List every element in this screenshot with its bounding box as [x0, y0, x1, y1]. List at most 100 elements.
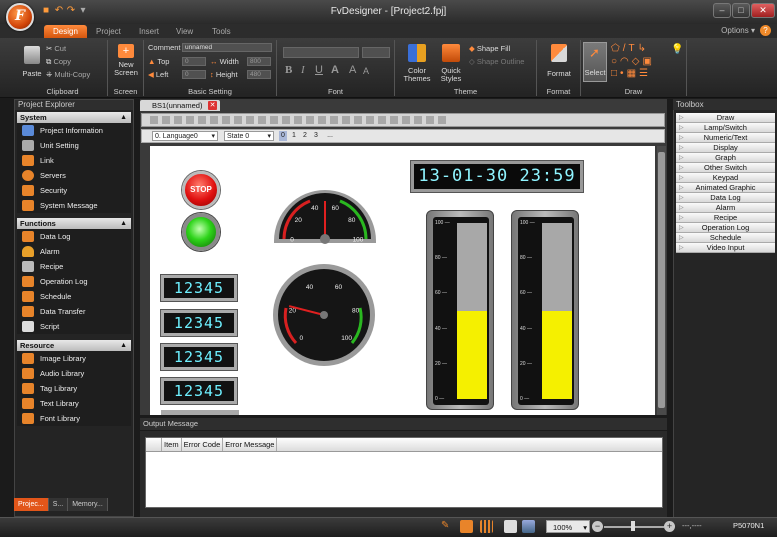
paste-button[interactable]: Paste — [20, 42, 44, 82]
zoom-select[interactable]: 100% ▾ — [546, 520, 590, 533]
list-item-tag-library[interactable]: Tag Library — [17, 381, 131, 396]
list-item-image-library[interactable]: Image Library — [17, 351, 131, 366]
state-more[interactable]: ... — [324, 131, 336, 141]
zoom-slider-thumb[interactable] — [631, 521, 635, 531]
semicircle-gauge-widget[interactable]: 0 20 40 60 80 100 — [270, 181, 380, 245]
pipe-icon[interactable]: ↳ — [638, 43, 649, 54]
numeric-display-widget[interactable]: 12345 — [161, 378, 237, 404]
list-item-data-transfer[interactable]: Data Transfer — [17, 304, 131, 319]
close-tab-icon[interactable]: ✕ — [208, 101, 217, 110]
options-menu[interactable]: Options ▾ — [721, 26, 755, 35]
gear-icon[interactable] — [460, 520, 473, 533]
toolbox-item[interactable]: ▷ Video Input — [676, 243, 775, 253]
toolbox-item[interactable]: ▷ Animated Graphic — [676, 183, 775, 193]
tab-project-explorer[interactable]: Projec... — [14, 498, 49, 511]
section-system-header[interactable]: System ▲ — [17, 112, 131, 123]
maximize-button[interactable]: □ — [732, 3, 750, 18]
font-color-button[interactable]: A — [331, 64, 339, 76]
italic-button[interactable]: I — [301, 64, 305, 76]
column-header-error-code[interactable]: Error Code — [182, 438, 224, 451]
polygon-icon[interactable]: ◇ — [632, 56, 643, 67]
width-input[interactable]: 800 — [247, 57, 271, 66]
scale-icon[interactable]: ☰ — [639, 68, 651, 79]
zoom-in-button[interactable]: + — [664, 521, 675, 532]
new-screen-button[interactable]: + New Screen — [112, 42, 140, 84]
tab-s[interactable]: S... — [48, 498, 69, 511]
state-number-0[interactable]: 0 — [279, 131, 287, 141]
state-number-1[interactable]: 1 — [290, 131, 298, 141]
minimize-button[interactable]: – — [713, 3, 731, 18]
state-number-3[interactable]: 3 — [312, 131, 320, 141]
toolbox-item[interactable]: ▷ Display — [676, 143, 775, 153]
image-icon[interactable]: ▣ — [642, 56, 654, 67]
underline-button[interactable]: U — [315, 64, 323, 76]
grow-font-button[interactable]: A — [349, 64, 356, 76]
list-item-recipe[interactable]: Recipe — [17, 259, 131, 274]
toolbox-item[interactable]: ▷ Graph — [676, 153, 775, 163]
lamp-tool-icon[interactable]: 💡 — [671, 44, 683, 74]
scrollbar-thumb[interactable] — [658, 152, 665, 408]
quick-styles-button[interactable]: Quick Styles — [435, 42, 467, 84]
table-icon[interactable]: ▦ — [627, 68, 639, 79]
toolbox-item[interactable]: ▷ Lamp/Switch — [676, 123, 775, 133]
datetime-display-widget[interactable]: 13-01-30 23:59 — [411, 161, 583, 192]
green-lamp-widget[interactable] — [182, 213, 220, 251]
list-item-system-message[interactable]: System Message — [17, 198, 131, 213]
alignment-tool-icons[interactable] — [150, 116, 450, 124]
section-resource-header[interactable]: Resource ▲ — [17, 340, 131, 351]
list-item-security[interactable]: Security — [17, 183, 131, 198]
tab-insert[interactable]: Insert — [135, 25, 163, 38]
tab-memory[interactable]: Memory... — [68, 498, 108, 511]
list-item-script[interactable]: Script — [17, 319, 131, 334]
column-header-error-message[interactable]: Error Message — [223, 438, 278, 451]
height-input[interactable]: 480 — [247, 70, 271, 79]
list-item-schedule[interactable]: Schedule — [17, 289, 131, 304]
list-item-font-library[interactable]: Font Library — [17, 411, 131, 426]
list-item-audio-library[interactable]: Audio Library — [17, 366, 131, 381]
stop-button-widget[interactable]: STOP — [182, 171, 220, 209]
state-select[interactable]: State 0 ▾ — [224, 131, 274, 141]
toolbox-item[interactable]: ▷ Data Log — [676, 193, 775, 203]
list-item-link[interactable]: Link — [17, 153, 131, 168]
numeric-display-widget-partial[interactable] — [161, 410, 239, 415]
snap-icon[interactable] — [504, 520, 517, 533]
grid-icon[interactable] — [480, 520, 493, 533]
font-family-select[interactable] — [283, 47, 359, 58]
comment-input[interactable]: unnamed — [182, 43, 272, 52]
text-tool-icon[interactable]: T — [628, 43, 637, 54]
numeric-display-widget[interactable]: 12345 — [161, 344, 237, 370]
numeric-display-widget[interactable]: 12345 — [161, 275, 237, 301]
left-input[interactable]: 0 — [182, 70, 206, 79]
bar-graph-widget-2[interactable]: 100 — 80 — 60 — 40 — 20 — 0 — — [511, 210, 579, 410]
shape-outline-button[interactable]: ◇ Shape Outline — [469, 57, 524, 66]
column-header-item[interactable]: Item — [162, 438, 182, 451]
toolbox-item[interactable]: ▷ Other Switch — [676, 163, 775, 173]
toolbox-item[interactable]: ▷ Alarm — [676, 203, 775, 213]
bold-button[interactable]: B — [285, 64, 292, 76]
shrink-font-button[interactable]: A — [363, 66, 369, 76]
round-gauge-widget[interactable]: 02040 6080100 — [272, 263, 376, 367]
close-button[interactable]: ✕ — [751, 3, 775, 18]
preview-icon[interactable] — [522, 520, 535, 533]
pentagon-icon[interactable]: ⬠ — [611, 43, 623, 54]
cut-button[interactable]: ✂ Cut — [46, 44, 66, 53]
multi-copy-button[interactable]: ⁜ Multi-Copy — [46, 70, 90, 79]
tab-tools[interactable]: Tools — [208, 25, 235, 38]
state-number-2[interactable]: 2 — [301, 131, 309, 141]
zoom-out-button[interactable]: − — [592, 521, 603, 532]
list-item-data-log[interactable]: Data Log — [17, 229, 131, 244]
shape-fill-button[interactable]: ◆ Shape Fill — [469, 44, 510, 53]
color-themes-button[interactable]: Color Themes — [401, 42, 433, 84]
toolbox-item[interactable]: ▷ Draw — [676, 113, 775, 123]
toolbox-item[interactable]: ▷ Recipe — [676, 213, 775, 223]
top-input[interactable]: 0 — [182, 57, 206, 66]
toolbox-item[interactable]: ▷ Schedule — [676, 233, 775, 243]
arc-icon[interactable]: ◠ — [620, 56, 632, 67]
list-item-alarm[interactable]: Alarm — [17, 244, 131, 259]
list-item-project-information[interactable]: Project Information — [17, 123, 131, 138]
font-size-select[interactable] — [362, 47, 390, 58]
tab-project[interactable]: Project — [92, 25, 125, 38]
section-functions-header[interactable]: Functions ▲ — [17, 218, 131, 229]
pin-icon[interactable]: ✎ — [441, 520, 454, 533]
bar-graph-widget-1[interactable]: 100 — 80 — 60 — 40 — 20 — 0 — — [426, 210, 494, 410]
